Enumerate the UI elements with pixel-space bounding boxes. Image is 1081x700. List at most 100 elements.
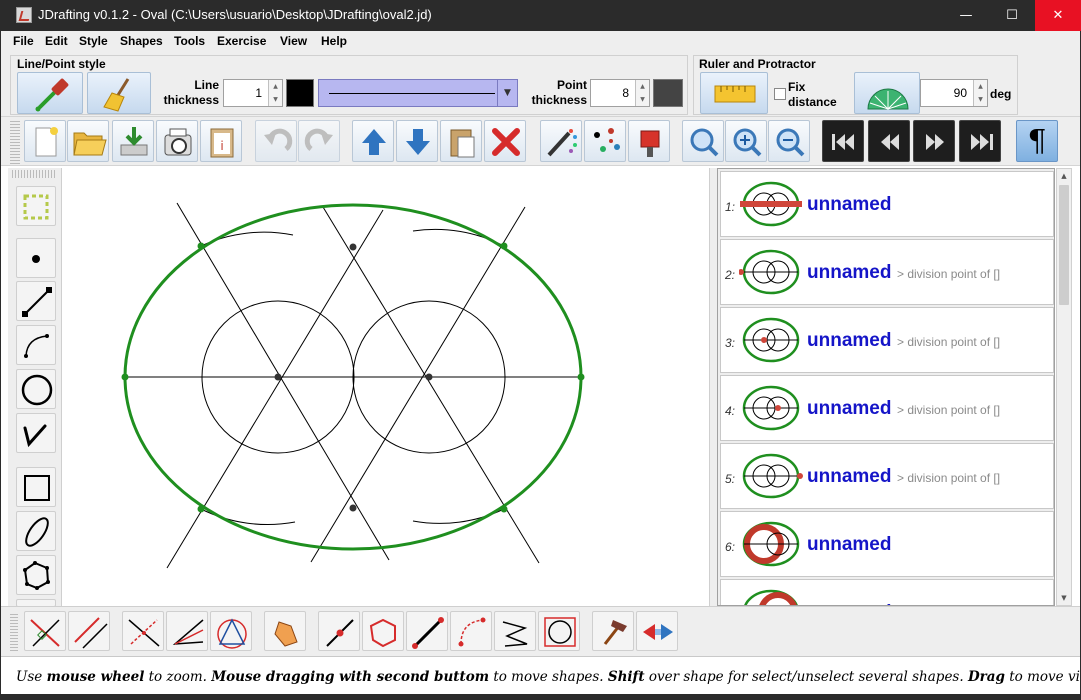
mediatrix-button[interactable]: [122, 611, 164, 651]
menu-tools[interactable]: Tools: [174, 34, 205, 48]
spinner-arrows-icon[interactable]: ▲ ▼: [973, 80, 987, 106]
point-color-swatch[interactable]: [653, 79, 683, 107]
oval-thumbnail-icon: [742, 317, 800, 363]
zoom-out-button[interactable]: [768, 120, 810, 162]
list-item[interactable]: 4: unnamed > division point of []: [720, 375, 1054, 441]
new-file-button[interactable]: [24, 120, 66, 162]
points-color-button[interactable]: [584, 120, 626, 162]
polygon-tool-button[interactable]: [16, 555, 56, 595]
triangle-circle-button[interactable]: [210, 611, 252, 651]
pilcrow-icon: ¶: [1027, 124, 1047, 159]
splitter[interactable]: [709, 168, 717, 606]
point-thickness-spinner[interactable]: ▲▼: [590, 79, 650, 107]
line-point-style-title: Line/Point style: [17, 57, 106, 71]
circle-icon: [21, 374, 53, 406]
zoom-in-button[interactable]: [725, 120, 767, 162]
previous-step-button[interactable]: [868, 120, 910, 162]
list-item-number: 6:: [725, 540, 736, 554]
list-item[interactable]: 1: unnamed: [720, 171, 1054, 237]
scrollbar-thumb[interactable]: [1059, 185, 1069, 305]
open-file-button[interactable]: [67, 120, 109, 162]
arc-tool-button[interactable]: [16, 325, 56, 365]
delete-button[interactable]: [484, 120, 526, 162]
menu-help[interactable]: Help: [321, 34, 347, 48]
select-tool-button[interactable]: [16, 186, 56, 226]
line-thickness-spinner[interactable]: ▲▼: [223, 79, 283, 107]
shapes-list-scrollbar[interactable]: ▲ ▼: [1056, 168, 1072, 606]
segment-icon: [22, 287, 52, 317]
menu-shapes[interactable]: Shapes: [120, 34, 163, 48]
circle-tool-button[interactable]: [16, 369, 56, 409]
zoom-fit-button[interactable]: [682, 120, 724, 162]
status-bar: Use mouse wheel to zoom. Mouse dragging …: [0, 656, 1081, 694]
chevron-down-icon[interactable]: ▼: [497, 80, 517, 106]
broom-button[interactable]: [87, 72, 151, 114]
drawing-canvas[interactable]: [63, 168, 709, 606]
move-up-button[interactable]: [352, 120, 394, 162]
redo-button[interactable]: [298, 120, 340, 162]
first-step-button[interactable]: [822, 120, 864, 162]
spinner-arrows-icon[interactable]: ▲ ▼: [268, 80, 282, 106]
ruler-button[interactable]: [700, 72, 768, 114]
save-button[interactable]: [112, 120, 154, 162]
list-item[interactable]: 5: unnamed > division point of []: [720, 443, 1054, 509]
pilcrow-button[interactable]: ¶: [1016, 120, 1058, 162]
print-preview-button[interactable]: [156, 120, 198, 162]
arc-split-button[interactable]: [450, 611, 492, 651]
eyedropper-button[interactable]: [17, 72, 83, 114]
menu-style[interactable]: Style: [79, 34, 108, 48]
previous-step-icon: [881, 134, 899, 150]
toolbar-grip: [10, 120, 20, 164]
bisector-button[interactable]: [166, 611, 208, 651]
undo-button[interactable]: [255, 120, 297, 162]
move-down-button[interactable]: [396, 120, 438, 162]
ruler-protractor-title: Ruler and Protractor: [699, 57, 816, 71]
intersection-button[interactable]: [494, 611, 536, 651]
fill-button[interactable]: [628, 120, 670, 162]
protractor-button[interactable]: [854, 72, 920, 114]
menu-exercise[interactable]: Exercise: [217, 34, 266, 48]
angle-spinner[interactable]: ▲▼: [920, 79, 988, 107]
menu-view[interactable]: View: [280, 34, 307, 48]
list-item[interactable]: 2: unnamed > division point of []: [720, 239, 1054, 305]
list-item[interactable]: 3: unnamed > division point of []: [720, 307, 1054, 373]
list-item-desc: > division point of []: [897, 267, 1001, 281]
scroll-down-icon[interactable]: ▼: [1057, 591, 1071, 605]
hand-tool-button[interactable]: [264, 611, 306, 651]
point-on-polygon-button[interactable]: [362, 611, 404, 651]
hammer-button[interactable]: [592, 611, 634, 651]
angle-tool-button[interactable]: [16, 413, 56, 453]
paste-button[interactable]: [440, 120, 482, 162]
minimize-button[interactable]: —: [943, 0, 989, 31]
spinner-arrows-icon[interactable]: ▲ ▼: [635, 80, 649, 106]
ellipse-tool-button[interactable]: [16, 511, 56, 551]
line-style-combo[interactable]: ▼: [318, 79, 518, 107]
line-color-swatch[interactable]: [286, 79, 314, 107]
point-on-segment-button[interactable]: [318, 611, 360, 651]
polygon-circle-button[interactable]: [538, 611, 580, 651]
perpendicular-button[interactable]: [24, 611, 66, 651]
rectangle-tool-button[interactable]: [16, 467, 56, 507]
list-item-name: unnamed: [807, 534, 892, 555]
list-item-name: unnamed: [807, 398, 892, 419]
oval-thumbnail-icon: [740, 181, 802, 227]
scroll-up-icon[interactable]: ▲: [1057, 169, 1071, 183]
parallel-button[interactable]: [68, 611, 110, 651]
next-step-button[interactable]: [913, 120, 955, 162]
close-button[interactable]: ✕: [1035, 0, 1081, 31]
palette-pencil-icon: [547, 129, 577, 157]
menu-file[interactable]: File: [13, 34, 34, 48]
broom-icon: [103, 78, 130, 112]
edit-style-button[interactable]: [540, 120, 582, 162]
exercise-info-button[interactable]: i: [200, 120, 242, 162]
point-tool-button[interactable]: [16, 238, 56, 278]
list-item[interactable]: unnamed: [720, 579, 1054, 605]
fix-distance-checkbox[interactable]: [774, 88, 786, 100]
last-step-button[interactable]: [959, 120, 1001, 162]
list-item[interactable]: 6: unnamed: [720, 511, 1054, 577]
segment-split-button[interactable]: [406, 611, 448, 651]
menu-edit[interactable]: Edit: [45, 34, 68, 48]
maximize-button[interactable]: ☐: [989, 0, 1035, 31]
segment-tool-button[interactable]: [16, 281, 56, 321]
join-arrows-button[interactable]: [636, 611, 678, 651]
